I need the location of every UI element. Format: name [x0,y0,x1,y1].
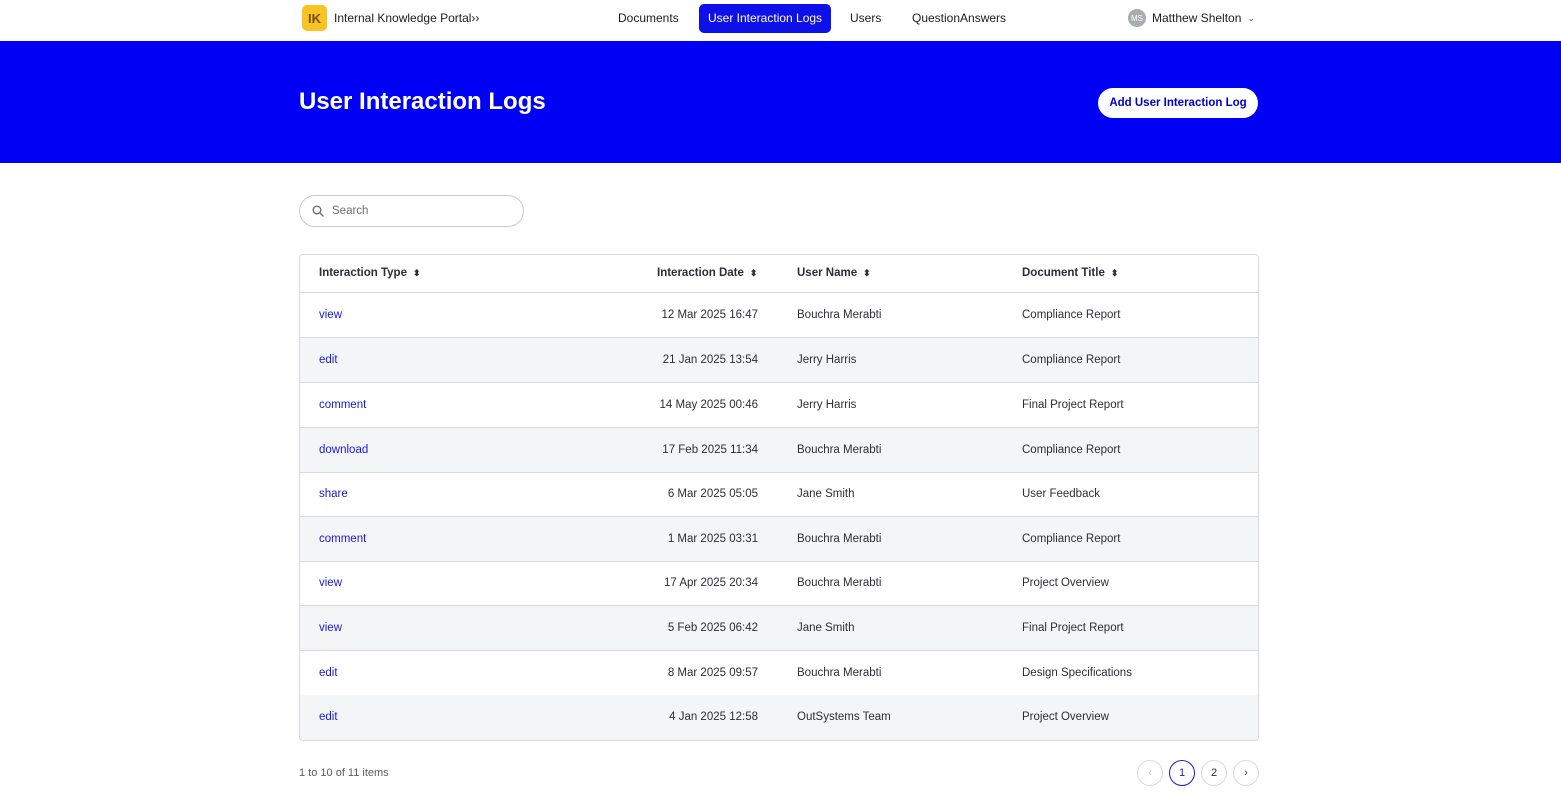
document-title-cell: Compliance Report [1022,533,1121,545]
user-name-cell: Bouchra Merabti [797,667,882,679]
interaction-type-link[interactable]: download [319,428,368,472]
column-header-document-title[interactable]: Document Title ⬍ [1022,255,1118,292]
page-header-banner: User Interaction Logs Add User Interacti… [0,41,1561,163]
table-row: comment 1 Mar 2025 03:31 Bouchra Merabti… [300,517,1258,562]
user-name-cell: Jerry Harris [797,399,857,411]
column-label: User Name [797,267,858,279]
user-name-cell: Bouchra Merabti [797,309,882,321]
main-nav: Documents User Interaction Logs Users Qu… [0,4,1561,33]
table-row: edit 21 Jan 2025 13:54 Jerry Harris Comp… [300,338,1258,383]
nav-item-users[interactable]: Users [841,4,890,33]
user-menu[interactable]: MS Matthew Shelton ⌄ [1128,9,1255,27]
user-name-cell: Jerry Harris [797,354,857,366]
document-title-cell: Project Overview [1022,577,1109,589]
top-navigation-bar: IK Internal Knowledge Portal›› Documents… [0,0,1561,41]
document-title-cell: Design Specifications [1022,667,1132,679]
sort-icon: ⬍ [749,268,758,278]
user-name-cell: Bouchra Merabti [797,533,882,545]
nav-item-documents[interactable]: Documents [609,4,688,33]
search-input[interactable] [332,205,502,217]
interaction-type-link[interactable]: comment [319,517,366,561]
user-name: Matthew Shelton [1152,11,1242,25]
interaction-type-link[interactable]: view [319,293,342,337]
interaction-type-link[interactable]: view [319,606,342,650]
table-row: view 5 Feb 2025 06:42 Jane Smith Final P… [300,606,1258,651]
table-row: share 6 Mar 2025 05:05 Jane Smith User F… [300,472,1258,517]
page-2-button[interactable]: 2 [1201,760,1227,786]
interaction-type-link[interactable]: view [319,561,342,605]
document-title-cell: Compliance Report [1022,309,1121,321]
interaction-type-link[interactable]: edit [319,695,338,739]
document-title-cell: User Feedback [1022,488,1100,500]
column-header-interaction-date[interactable]: Interaction Date ⬍ [657,255,757,292]
document-title-cell: Final Project Report [1022,399,1124,411]
nav-item-questionanswers[interactable]: QuestionAnswers [903,4,1015,33]
interaction-date: 12 Mar 2025 16:47 [661,309,758,321]
sort-icon: ⬍ [863,268,871,278]
table-row: comment 14 May 2025 00:46 Jerry Harris F… [300,383,1258,428]
interaction-date: 8 Mar 2025 09:57 [667,667,758,679]
interaction-date: 21 Jan 2025 13:54 [662,354,758,366]
interaction-type-link[interactable]: share [319,472,348,516]
previous-page-button[interactable]: ‹ [1137,760,1163,786]
page-1-button[interactable]: 1 [1169,760,1195,786]
interaction-type-link[interactable]: comment [319,383,366,427]
user-name-cell: Jane Smith [797,488,855,500]
table-row: download 17 Feb 2025 11:34 Bouchra Merab… [300,428,1258,473]
user-name-cell: Bouchra Merabti [797,444,882,456]
column-label: Interaction Type [319,267,407,279]
column-label: Document Title [1022,267,1105,279]
interaction-type-link[interactable]: edit [319,338,338,382]
interaction-logs-table: Interaction Type ⬍ Interaction Date ⬍ Us… [299,254,1259,741]
document-title-cell: Compliance Report [1022,354,1121,366]
page-title: User Interaction Logs [299,88,546,115]
interaction-type-link[interactable]: edit [319,651,338,695]
table-row: view 17 Apr 2025 20:34 Bouchra Merabti P… [300,561,1258,606]
document-title-cell: Final Project Report [1022,622,1124,634]
interaction-date: 4 Jan 2025 12:58 [669,711,758,723]
interaction-date: 17 Apr 2025 20:34 [664,577,758,589]
interaction-date: 6 Mar 2025 05:05 [667,488,758,500]
document-title-cell: Compliance Report [1022,444,1121,456]
sort-icon: ⬍ [412,268,421,278]
table-row: view 12 Mar 2025 16:47 Bouchra Merabti C… [300,293,1258,338]
interaction-date: 1 Mar 2025 03:31 [667,533,758,545]
table-row: edit 8 Mar 2025 09:57 Bouchra Merabti De… [300,651,1258,696]
nav-item-user-interaction-logs[interactable]: User Interaction Logs [699,4,832,33]
chevron-down-icon: ⌄ [1247,12,1255,23]
table-row: edit 4 Jan 2025 12:58 OutSystems Team Pr… [300,695,1258,740]
search-icon [312,205,324,217]
column-header-user-name[interactable]: User Name ⬍ [797,255,871,292]
user-name-cell: Jane Smith [797,622,855,634]
user-name-cell: OutSystems Team [797,711,891,723]
add-user-interaction-log-button[interactable]: Add User Interaction Log [1098,88,1258,118]
document-title-cell: Project Overview [1022,711,1109,723]
interaction-date: 17 Feb 2025 11:34 [662,444,758,456]
interaction-date: 14 May 2025 00:46 [659,399,758,411]
table-header: Interaction Type ⬍ Interaction Date ⬍ Us… [300,255,1258,293]
interaction-date: 5 Feb 2025 06:42 [667,622,758,634]
sort-icon: ⬍ [1110,268,1119,278]
pagination-summary: 1 to 10 of 11 items [299,767,389,779]
next-page-button[interactable]: › [1233,760,1259,786]
column-header-interaction-type[interactable]: Interaction Type ⬍ [319,255,421,292]
search-box[interactable] [299,195,524,227]
user-name-cell: Bouchra Merabti [797,577,882,589]
column-label: Interaction Date [657,267,744,279]
avatar: MS [1128,9,1146,27]
